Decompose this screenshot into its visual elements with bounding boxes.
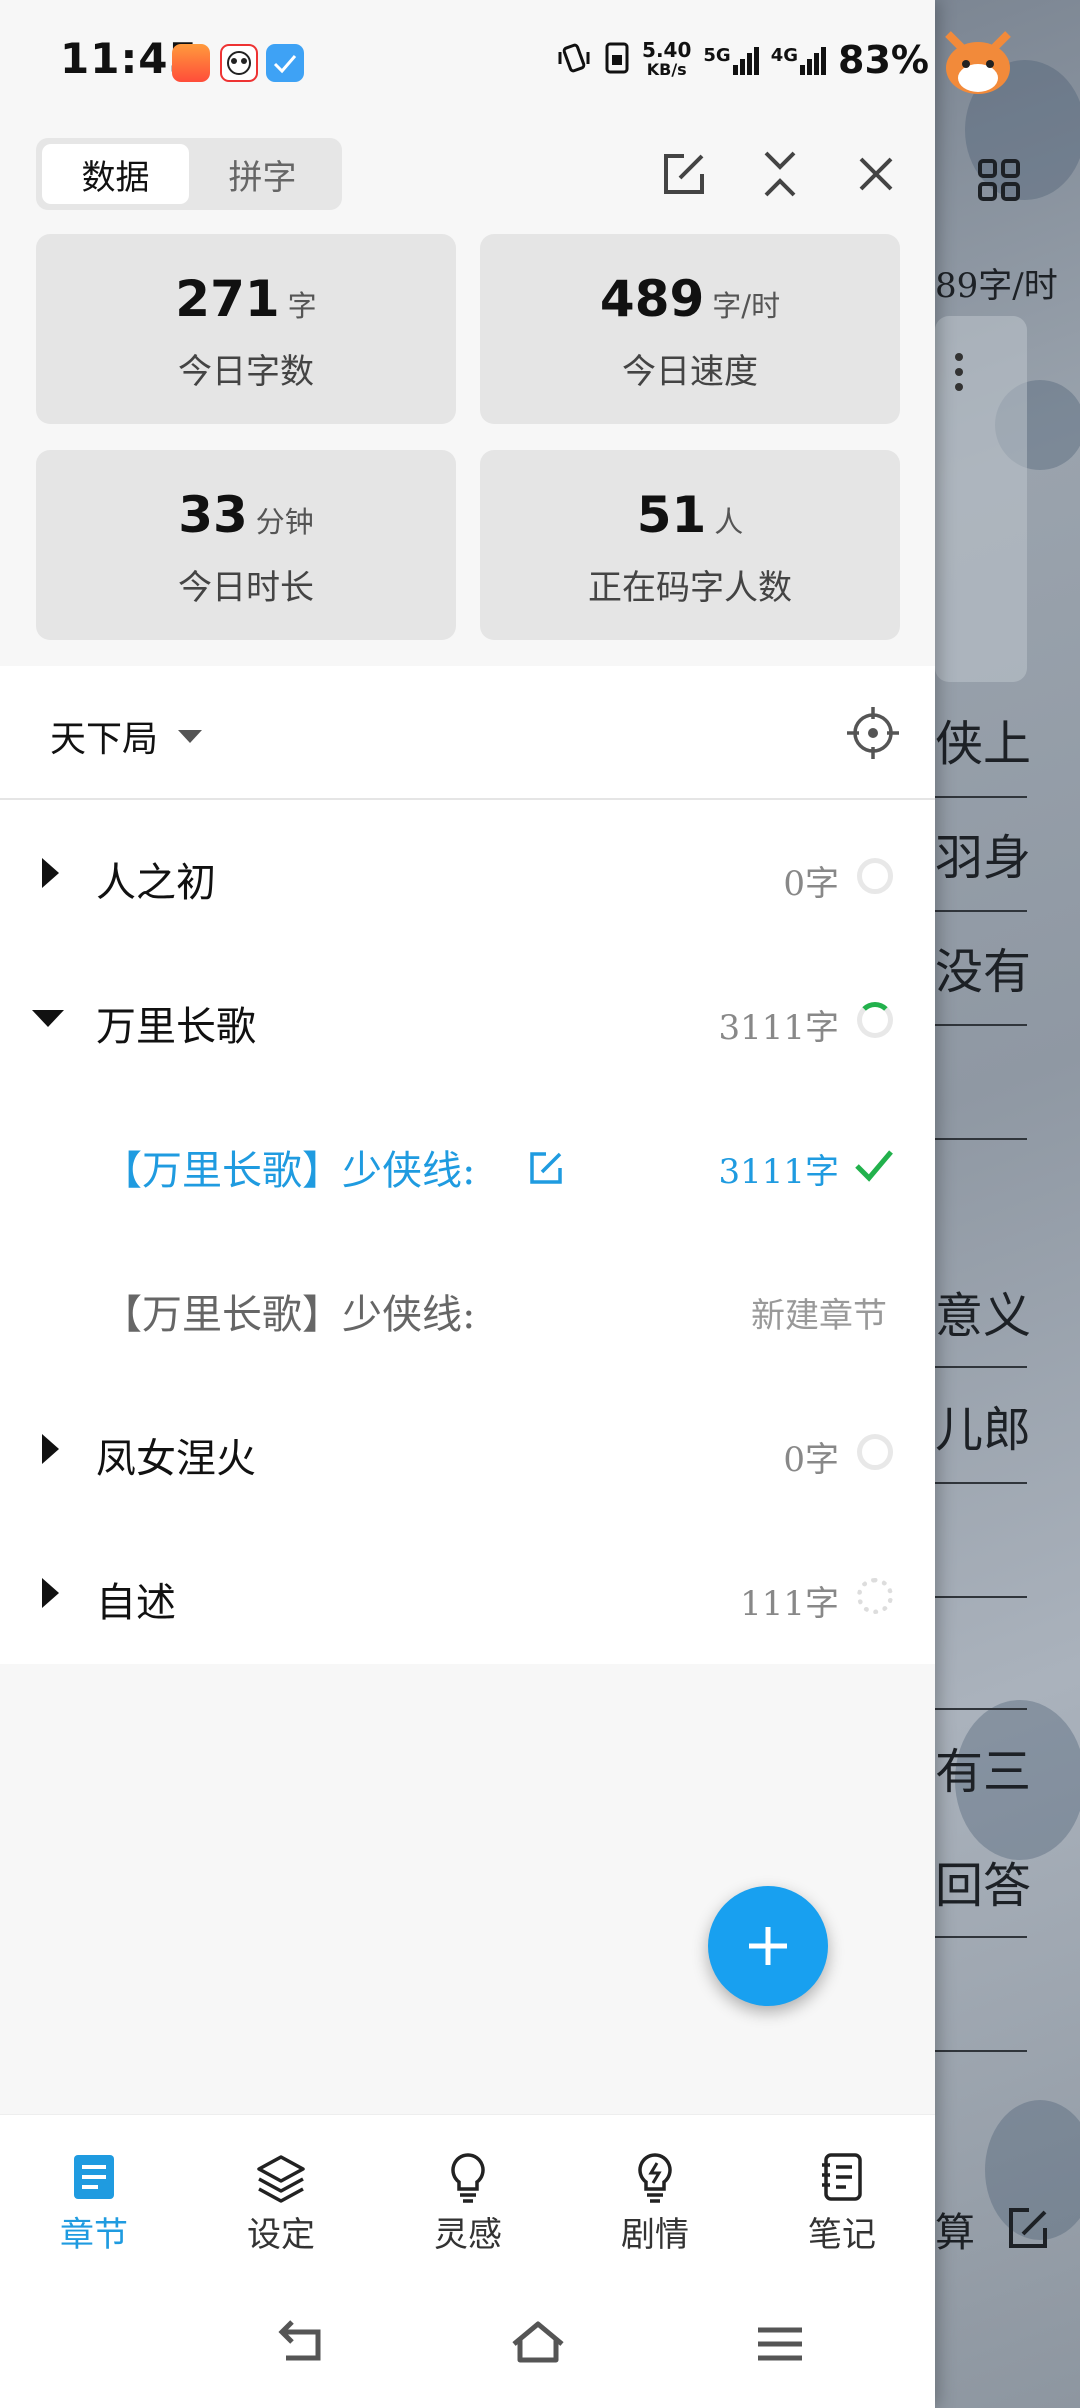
nav-plot[interactable]: 剧情 xyxy=(595,2151,715,2256)
background-editor: 89字/时 侠上 羽身 没有 意义 儿郎 有三 回答 算 xyxy=(935,0,1080,2408)
collapse-arrow-icon[interactable] xyxy=(32,1010,64,1027)
collapse-icon[interactable] xyxy=(752,146,808,202)
bg-line-1: 羽身 xyxy=(935,830,1032,886)
signal-5g: 5G xyxy=(703,45,759,75)
fox-avatar-icon xyxy=(940,28,1016,98)
edit-icon[interactable] xyxy=(656,146,712,202)
home-icon[interactable] xyxy=(508,2314,568,2374)
mode-tabs: 数据 拼字 xyxy=(36,138,342,210)
bg-line-4: 儿郎 xyxy=(935,1402,1032,1458)
panda-app-icon xyxy=(220,44,258,82)
system-navigation-bar xyxy=(0,2274,935,2408)
bg-line-3: 意义 xyxy=(935,1288,1032,1344)
stat-today-duration: 33 分钟 今日时长 xyxy=(36,450,456,640)
tab-puzzle-word[interactable]: 拼字 xyxy=(189,144,336,204)
menu-icon[interactable] xyxy=(750,2314,810,2374)
nav-chapters[interactable]: 章节 xyxy=(34,2151,154,2256)
bg-line-7: 算 xyxy=(935,2210,975,2256)
tab-data[interactable]: 数据 xyxy=(42,144,189,204)
layers-icon xyxy=(255,2151,307,2203)
status-bar: 11:45 5.40 KB/s 5G 4G 83% xyxy=(0,0,935,124)
bg-line-6: 回答 xyxy=(935,1858,1032,1914)
volume-row[interactable]: 人之初 0字 xyxy=(0,804,935,944)
dropdown-caret-icon xyxy=(178,730,202,743)
net-speed: 5.40 KB/s xyxy=(642,38,692,79)
bg-line-0: 侠上 xyxy=(935,716,1032,772)
notebook-icon xyxy=(816,2151,868,2203)
progress-ring-icon xyxy=(857,1578,893,1614)
chapter-icon xyxy=(68,2151,120,2203)
book-title: 天下局 xyxy=(50,719,159,760)
bg-line-2: 没有 xyxy=(935,944,1032,1000)
add-chapter-button[interactable] xyxy=(708,1886,828,2006)
expand-arrow-icon[interactable] xyxy=(42,1578,59,1608)
status-right: 5.40 KB/s 5G 4G 83% xyxy=(556,38,929,82)
drawer-panel: 11:45 5.40 KB/s 5G 4G 83% 数据 拼字 271 字 今日… xyxy=(0,0,935,2408)
app-notification-icon xyxy=(172,44,210,82)
check-app-icon xyxy=(266,44,304,82)
more-vertical-icon[interactable] xyxy=(955,352,963,392)
grid-icon[interactable] xyxy=(977,158,1021,202)
volume-row[interactable]: 凤女涅火 0字 xyxy=(0,1380,935,1520)
nav-notes[interactable]: 笔记 xyxy=(782,2151,902,2256)
bg-line-5: 有三 xyxy=(935,1744,1032,1800)
progress-ring-icon xyxy=(857,858,893,894)
stat-writers-online: 51 人 正在码字人数 xyxy=(480,450,900,640)
progress-ring-icon xyxy=(857,1002,893,1038)
battery-level: 83% xyxy=(838,38,929,82)
vibrate-icon xyxy=(556,40,592,80)
volume-row[interactable]: 万里长歌 3111字 xyxy=(0,948,935,1088)
expand-arrow-icon[interactable] xyxy=(42,858,59,888)
chapter-row-active[interactable]: 【万里长歌】少侠线: 3111字 xyxy=(0,1092,935,1232)
edit-icon[interactable] xyxy=(1005,2206,1051,2252)
lightbulb-icon xyxy=(442,2151,494,2203)
book-selector[interactable]: 天下局 xyxy=(0,666,935,800)
close-icon[interactable] xyxy=(848,146,904,202)
signal-4g: 4G xyxy=(771,45,827,75)
lightning-bulb-icon xyxy=(629,2151,681,2203)
stat-today-words: 271 字 今日字数 xyxy=(36,234,456,424)
volume-row[interactable]: 自述 111字 xyxy=(0,1524,935,1664)
locate-icon[interactable] xyxy=(844,704,902,762)
bottom-navigation: 章节 设定 灵感 剧情 笔记 xyxy=(0,2114,935,2274)
new-chapter-button[interactable]: 新建章节 xyxy=(751,1288,887,1337)
check-icon xyxy=(853,1146,895,1186)
sim-icon xyxy=(604,41,630,79)
bg-speed: 89字/时 xyxy=(935,266,1058,306)
back-icon[interactable] xyxy=(272,2314,332,2374)
bg-card xyxy=(935,316,1027,682)
nav-settings[interactable]: 设定 xyxy=(221,2151,341,2256)
open-chapter-icon[interactable] xyxy=(528,1150,564,1186)
nav-inspiration[interactable]: 灵感 xyxy=(408,2151,528,2256)
progress-ring-icon xyxy=(857,1434,893,1470)
expand-arrow-icon[interactable] xyxy=(42,1434,59,1464)
chapter-row[interactable]: 【万里长歌】少侠线: 新建章节 xyxy=(0,1236,935,1376)
chapter-list: 天下局 人之初 0字 万里长歌 3111字 【万里长歌】少侠线: 3111字 【… xyxy=(0,666,935,1664)
plus-icon xyxy=(749,1927,787,1965)
stat-today-speed: 489 字/时 今日速度 xyxy=(480,234,900,424)
